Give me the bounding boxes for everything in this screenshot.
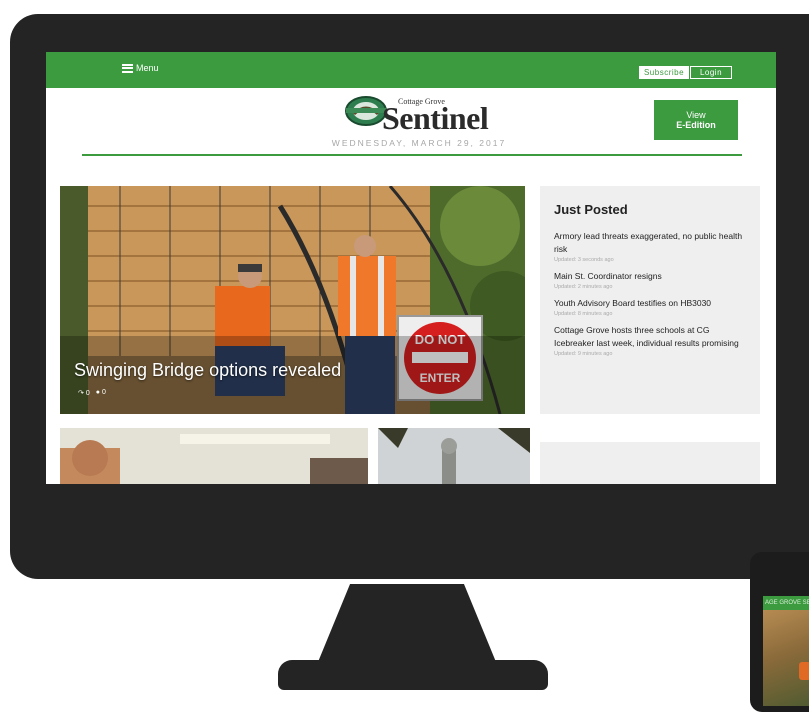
timestamp: Updated: 9 minutes ago bbox=[554, 351, 613, 357]
dateline: WEDNESDAY, MARCH 29, 2017 bbox=[331, 138, 507, 148]
sidebar-panel-2 bbox=[540, 442, 760, 484]
story-card-photo-1 bbox=[60, 428, 368, 484]
header-divider bbox=[82, 154, 742, 156]
monitor-stand-neck bbox=[318, 584, 496, 662]
eedition-label-line2: E-Edition bbox=[676, 120, 716, 130]
hero-headline[interactable]: Swinging Bridge options revealed bbox=[74, 360, 341, 381]
hamburger-icon bbox=[122, 63, 133, 73]
hero-story[interactable]: DO NOT ENTER Swinging Bridge options rev… bbox=[60, 186, 525, 414]
just-posted-list: Armory lead threats exaggerated, no publ… bbox=[554, 230, 750, 364]
phone-header-bar: AGE GROVE SEN bbox=[763, 596, 809, 610]
just-posted-panel: Just Posted Armory lead threats exaggera… bbox=[540, 186, 760, 414]
view-eedition-button[interactable]: View E-Edition bbox=[654, 100, 738, 140]
top-navigation-bar: Menu Subscribe Login bbox=[46, 52, 776, 88]
timestamp: Updated: 3 seconds ago bbox=[554, 257, 614, 263]
headline-link[interactable]: Main St. Coordinator resigns bbox=[554, 270, 750, 283]
story-card-image-1[interactable] bbox=[60, 428, 368, 484]
subscribe-button[interactable]: Subscribe bbox=[639, 66, 689, 79]
headline-link[interactable]: Armory lead threats exaggerated, no publ… bbox=[554, 230, 750, 256]
site-logo[interactable]: Cottage Grove Sentinel bbox=[336, 92, 506, 136]
phone-screen: AGE GROVE SEN bbox=[763, 596, 809, 706]
monitor-stand-base bbox=[278, 660, 548, 690]
list-item: Armory lead threats exaggerated, no publ… bbox=[554, 230, 750, 263]
comment-icon: ● bbox=[95, 389, 101, 396]
login-button[interactable]: Login bbox=[690, 66, 732, 79]
list-item: Youth Advisory Board testifies on HB3030… bbox=[554, 297, 750, 317]
story-card-photo-2 bbox=[378, 428, 530, 484]
eedition-label-line1: View bbox=[686, 110, 706, 120]
share-count-value: 0 bbox=[85, 390, 90, 397]
timestamp: Updated: 2 minutes ago bbox=[554, 284, 613, 290]
comment-count[interactable]: ● 0 bbox=[96, 389, 106, 397]
share-icon: ↷ bbox=[78, 390, 84, 397]
phone-worker-figure bbox=[799, 662, 809, 680]
website-screen: Menu Subscribe Login Cottage Grove Senti… bbox=[46, 52, 776, 484]
just-posted-title: Just Posted bbox=[554, 202, 628, 217]
share-count[interactable]: ↷ 0 bbox=[78, 389, 90, 397]
timestamp: Updated: 8 minutes ago bbox=[554, 311, 613, 317]
hero-meta: ↷ 0 ● 0 bbox=[78, 389, 106, 397]
comment-count-value: 0 bbox=[102, 389, 106, 396]
logo-wordmark: Sentinel bbox=[382, 100, 489, 136]
menu-button[interactable]: Menu bbox=[122, 63, 159, 73]
menu-label: Menu bbox=[136, 63, 159, 73]
list-item: Main St. Coordinator resigns Updated: 2 … bbox=[554, 270, 750, 290]
story-card-image-2[interactable] bbox=[378, 428, 530, 484]
headline-link[interactable]: Youth Advisory Board testifies on HB3030 bbox=[554, 297, 750, 310]
headline-link[interactable]: Cottage Grove hosts three schools at CG … bbox=[554, 324, 750, 350]
list-item: Cottage Grove hosts three schools at CG … bbox=[554, 324, 750, 357]
